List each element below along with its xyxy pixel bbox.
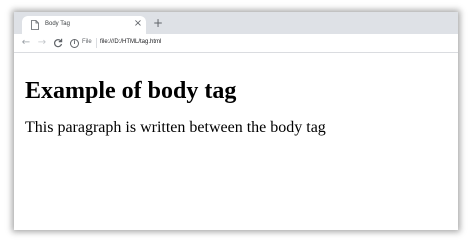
tab-title: Body Tag	[45, 21, 70, 27]
info-icon[interactable]: i	[70, 39, 79, 48]
reload-button[interactable]	[52, 36, 64, 50]
new-tab-button[interactable]: +	[152, 16, 164, 30]
page-content: Example of body tag This paragraph is wr…	[14, 53, 458, 230]
forward-button[interactable]: →	[36, 36, 48, 50]
browser-toolbar: ← → i File file:///D:/HTML/tag.html	[14, 34, 458, 53]
page-paragraph: This paragraph is written between the bo…	[25, 119, 326, 136]
page-heading: Example of body tag	[25, 78, 237, 104]
url-text[interactable]: file:///D:/HTML/tag.html	[100, 39, 161, 45]
scheme-label: File	[82, 39, 92, 45]
close-icon[interactable]: ×	[132, 18, 144, 30]
reload-icon	[54, 38, 63, 48]
browser-window: Body Tag × + ← → i File file:///D:/HTML/…	[14, 12, 458, 230]
tab-strip: Body Tag × +	[14, 12, 458, 34]
tab-body-tag[interactable]: Body Tag ×	[22, 16, 146, 34]
document-icon	[31, 20, 39, 30]
back-button[interactable]: ←	[20, 36, 32, 50]
address-bar[interactable]: i File file:///D:/HTML/tag.html	[68, 35, 452, 51]
divider	[96, 38, 97, 48]
